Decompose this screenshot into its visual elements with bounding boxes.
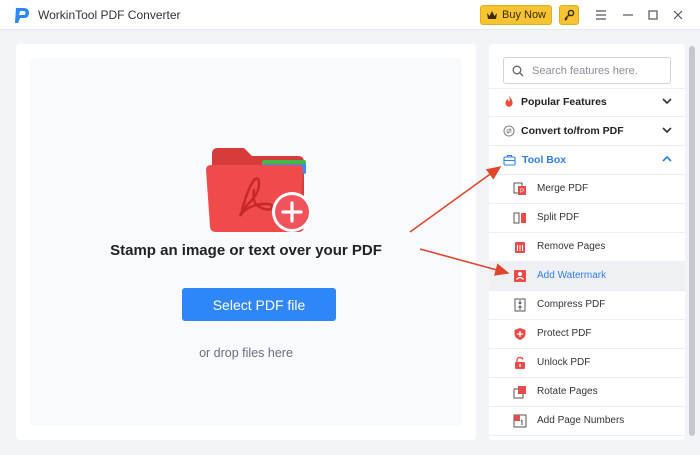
license-key-button[interactable] xyxy=(559,5,579,25)
unlock-icon xyxy=(515,356,525,369)
buy-now-label: Buy Now xyxy=(501,9,547,21)
tool-label: Add Page Numbers xyxy=(537,415,625,426)
chevron-down-icon xyxy=(662,98,672,105)
tool-add-page-numbers[interactable]: Add Page Numbers xyxy=(489,406,685,435)
file-drop-zone[interactable]: Stamp an image or text over your PDF Sel… xyxy=(30,58,462,426)
tool-label: Merge PDF xyxy=(537,183,589,194)
maximize-button[interactable] xyxy=(645,7,661,23)
tool-label: Split PDF xyxy=(537,212,580,223)
feature-sidebar: Popular Features Convert to/from PDF Too… xyxy=(489,44,685,440)
section-convert-pdf[interactable]: Convert to/from PDF xyxy=(489,116,685,145)
app-title: WorkinTool PDF Converter xyxy=(38,8,181,22)
main-panel: Stamp an image or text over your PDF Sel… xyxy=(16,44,476,440)
maximize-icon xyxy=(648,10,658,20)
tool-split-pdf[interactable]: Split PDF xyxy=(489,203,685,232)
tool-heading: Stamp an image or text over your PDF xyxy=(110,242,382,259)
chevron-down-icon xyxy=(662,127,672,134)
trash-icon xyxy=(515,241,525,253)
sidebar-scrollbar[interactable] xyxy=(688,44,696,440)
chevron-up-icon xyxy=(662,155,672,162)
flame-icon xyxy=(505,96,513,107)
buy-now-button[interactable]: Buy Now xyxy=(480,5,552,25)
close-button[interactable] xyxy=(670,7,686,23)
close-icon xyxy=(673,10,683,20)
tool-label: Compress PDF xyxy=(537,299,606,310)
tool-compress-pdf[interactable]: Compress PDF xyxy=(489,290,685,319)
app-logo-icon xyxy=(15,8,29,23)
section-label: Popular Features xyxy=(521,95,607,108)
minimize-button[interactable] xyxy=(620,7,636,23)
shield-icon xyxy=(514,327,526,340)
tool-label: Rotate Pages xyxy=(537,386,598,397)
pdf-folder-icon xyxy=(206,148,312,232)
tool-label: Add Watermark xyxy=(537,270,607,281)
search-box[interactable] xyxy=(503,57,671,84)
split-icon xyxy=(513,212,526,223)
watermark-icon xyxy=(514,269,526,282)
tool-merge-pdf[interactable]: P Merge PDF xyxy=(489,174,685,203)
scrollbar-thumb[interactable] xyxy=(689,46,695,436)
tool-protect-pdf[interactable]: Protect PDF xyxy=(489,319,685,348)
crown-icon xyxy=(486,11,497,19)
search-icon xyxy=(512,65,524,76)
svg-text:P: P xyxy=(520,189,524,195)
rotate-icon xyxy=(513,385,526,398)
search-input[interactable] xyxy=(532,64,662,77)
tool-add-watermark[interactable]: Add Watermark xyxy=(489,261,685,290)
section-tool-box[interactable]: Tool Box xyxy=(489,145,685,174)
page-number-icon xyxy=(513,414,527,427)
select-pdf-button[interactable]: Select PDF file xyxy=(182,288,336,321)
section-label: Convert to/from PDF xyxy=(521,124,624,137)
section-popular-features[interactable]: Popular Features xyxy=(489,87,685,116)
tool-rotate-pages[interactable]: Rotate Pages xyxy=(489,377,685,406)
menu-button[interactable] xyxy=(593,7,609,23)
toolbox-icon xyxy=(503,154,516,166)
minimize-icon xyxy=(623,14,633,16)
key-icon xyxy=(564,9,575,21)
menu-icon xyxy=(596,10,606,20)
tool-unlock-pdf[interactable]: Unlock PDF xyxy=(489,348,685,377)
divider xyxy=(489,435,685,436)
compress-icon xyxy=(514,298,526,311)
title-bar: WorkinTool PDF Converter Buy Now xyxy=(0,0,700,30)
tool-label: Remove Pages xyxy=(537,241,606,252)
drop-hint: or drop files here xyxy=(199,346,293,360)
tool-label: Unlock PDF xyxy=(537,357,591,368)
merge-icon: P xyxy=(513,182,526,195)
tool-label: Protect PDF xyxy=(537,328,592,339)
section-label: Tool Box xyxy=(522,153,567,166)
tool-remove-pages[interactable]: Remove Pages xyxy=(489,232,685,261)
convert-icon xyxy=(503,124,515,137)
